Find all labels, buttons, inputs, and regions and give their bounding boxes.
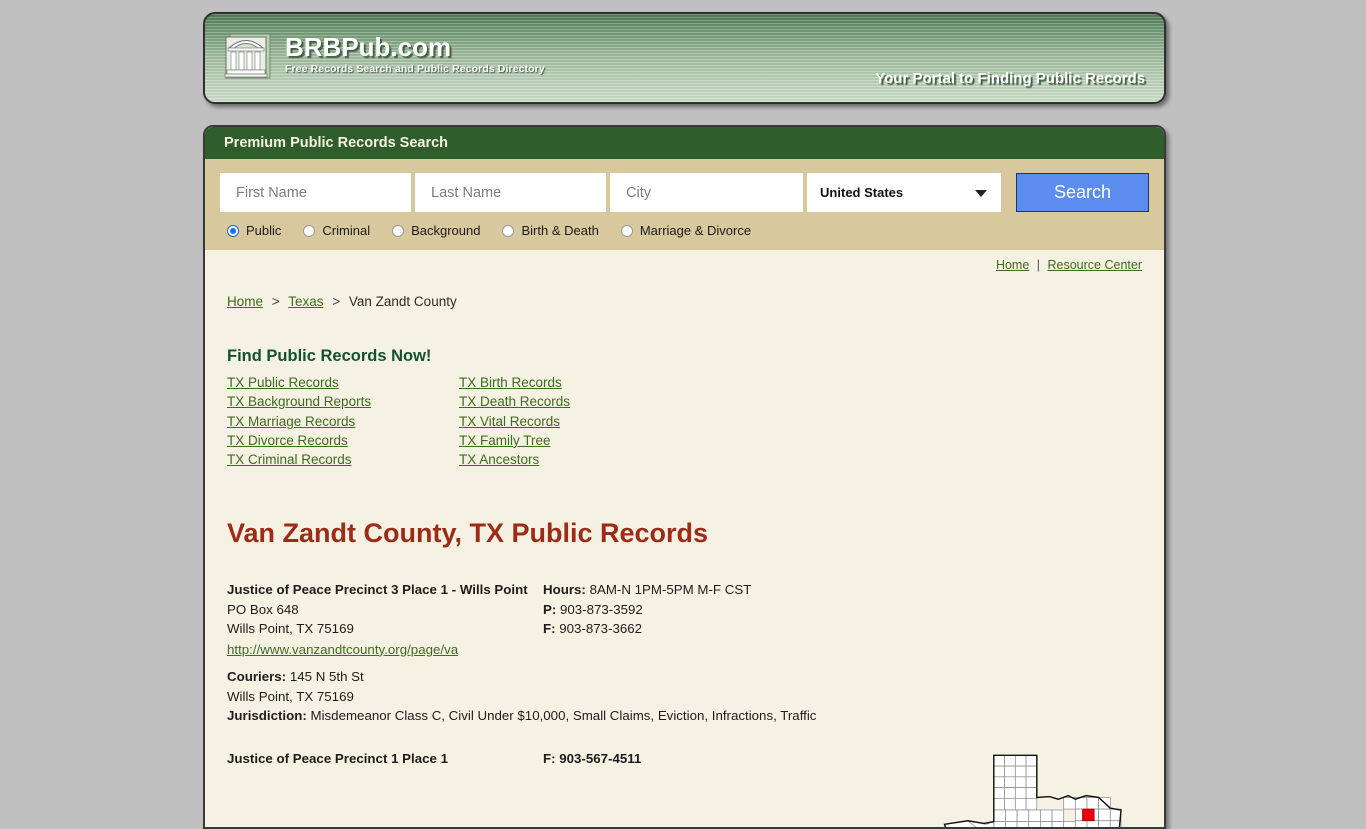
link-tx-death-records[interactable]: TX Death Records [459, 394, 1142, 409]
breadcrumb-arrow: > [332, 294, 341, 309]
radio-label: Background [411, 223, 481, 238]
chevron-down-icon [974, 190, 987, 197]
record-hours-value: 8AM-N 1PM-5PM M-F CST [589, 582, 752, 598]
radio-indicator [392, 224, 405, 237]
courthouse-icon [222, 30, 274, 82]
record-hours-label: Hours: [543, 582, 586, 598]
main-container: Premium Public Records Search First Name… [203, 125, 1166, 829]
nav-resource-center-link[interactable]: Resource Center [1048, 258, 1143, 272]
record-extra-details: Couriers: 145 N 5th St Wills Point, TX 7… [227, 667, 1142, 726]
brand-text: BRBPub.com Free Records Search and Publi… [285, 32, 545, 75]
search-type-radio-group: Public Criminal Background Birth & Death… [220, 223, 1149, 242]
link-tx-background-reports[interactable]: TX Background Reports [227, 394, 459, 409]
radio-label: Birth & Death [521, 223, 599, 238]
texas-county-map-icon [927, 740, 1152, 827]
radio-public[interactable]: Public [227, 223, 281, 238]
record-left-column: Justice of Peace Precinct 3 Place 1 - Wi… [227, 580, 543, 659]
breadcrumb-current: Van Zandt County [348, 294, 457, 309]
record-couriers-value: 145 N 5th St [289, 669, 364, 685]
site-title: BRBPub.com [285, 32, 452, 62]
record-fax-label: F: [543, 621, 556, 637]
record-address-line2: Wills Point, TX 75169 [227, 621, 354, 637]
masthead-slogan: Your Portal to Finding Public Records [875, 70, 1145, 87]
link-tx-marriage-records[interactable]: TX Marriage Records [227, 414, 459, 429]
brand-block[interactable]: BRBPub.com Free Records Search and Publi… [222, 30, 545, 82]
record-phone-row: P: 903-873-3592 [543, 600, 873, 620]
search-panel: First Name Last Name City United States … [205, 159, 1164, 250]
record-hours-row: Hours: 8AM-N 1PM-5PM M-F CST [543, 580, 873, 600]
record-fax-value: 903-873-3662 [559, 621, 643, 637]
search-fields-row: First Name Last Name City United States … [220, 173, 1149, 212]
find-records-heading: Find Public Records Now! [227, 347, 432, 365]
record-couriers-row: Couriers: 145 N 5th St [227, 667, 1142, 687]
breadcrumb-texas[interactable]: Texas [288, 294, 323, 309]
site-tagline: Free Records Search and Public Records D… [285, 63, 545, 75]
radio-marriage-divorce[interactable]: Marriage & Divorce [620, 223, 752, 238]
record-website-link[interactable]: http://www.vanzandtcounty.org/page/va [227, 642, 458, 657]
breadcrumb-arrow: > [271, 294, 280, 309]
find-records-link-list: TX Public Records TX Birth Records TX Ba… [227, 375, 1142, 467]
link-tx-public-records[interactable]: TX Public Records [227, 375, 459, 390]
record-office-name: Justice of Peace Precinct 3 Place 1 - Wi… [227, 582, 528, 598]
record-jurisdiction-value: Misdemeanor Class C, Civil Under $10,000… [310, 708, 817, 724]
radio-criminal[interactable]: Criminal [303, 223, 370, 238]
record-address-line1: PO Box 648 [227, 601, 299, 617]
link-tx-birth-records[interactable]: TX Birth Records [459, 375, 1142, 390]
first-name-placeholder: First Name [236, 184, 307, 201]
nav-separator: | [1036, 258, 1041, 272]
record-phone-label: P: [543, 601, 557, 617]
radio-label: Criminal [322, 223, 371, 238]
radio-background[interactable]: Background [392, 223, 480, 238]
radio-indicator [227, 224, 239, 237]
radio-label: Public [246, 223, 282, 238]
record-couriers-label: Couriers: [227, 669, 287, 685]
radio-indicator [502, 224, 515, 237]
link-tx-vital-records[interactable]: TX Vital Records [459, 414, 1142, 429]
page-content: Home | Resource Center Home > Texas > Va… [205, 250, 1164, 827]
record-entry: Justice of Peace Precinct 3 Place 1 - Wi… [227, 580, 1142, 659]
premium-search-header: Premium Public Records Search [205, 127, 1164, 159]
premium-search-title: Premium Public Records Search [224, 135, 449, 151]
record-right-column: Hours: 8AM-N 1PM-5PM M-F CST P: 903-873-… [543, 580, 873, 659]
record-next-name: Justice of Peace Precinct 1 Place 1 [227, 750, 449, 766]
radio-indicator [620, 224, 633, 237]
record-jurisdiction-row: Jurisdiction: Misdemeanor Class C, Civil… [227, 706, 1142, 726]
nav-home-link[interactable]: Home [996, 258, 1029, 272]
first-name-input[interactable]: First Name [220, 173, 412, 212]
record-couriers-city: Wills Point, TX 75169 [227, 688, 354, 704]
link-tx-criminal-records[interactable]: TX Criminal Records [227, 452, 459, 467]
country-select[interactable]: United States [807, 173, 1001, 212]
link-tx-ancestors[interactable]: TX Ancestors [459, 452, 1142, 467]
record-fax-row: F: 903-873-3662 [543, 619, 873, 639]
search-button[interactable]: Search [1015, 173, 1149, 212]
record-jurisdiction-label: Jurisdiction: [227, 708, 307, 724]
site-masthead: BRBPub.com Free Records Search and Publi… [203, 12, 1166, 104]
link-tx-divorce-records[interactable]: TX Divorce Records [227, 433, 459, 448]
record-phone-value: 903-873-3592 [560, 601, 643, 617]
city-input[interactable]: City [610, 173, 804, 212]
radio-indicator [303, 224, 316, 237]
radio-label: Marriage & Divorce [639, 223, 752, 238]
utility-nav: Home | Resource Center [227, 250, 1142, 272]
last-name-placeholder: Last Name [431, 184, 502, 201]
highlighted-county [1082, 808, 1095, 822]
last-name-input[interactable]: Last Name [415, 173, 607, 212]
radio-birth-death[interactable]: Birth & Death [502, 223, 599, 238]
record-next-fax: F: 903-567-4511 [543, 750, 642, 766]
page-title: Van Zandt County, TX Public Records [227, 518, 709, 549]
breadcrumb-home[interactable]: Home [227, 294, 263, 309]
country-selected-value: United States [820, 185, 904, 200]
city-placeholder: City [626, 184, 652, 201]
state-map-block: Additional Resources [927, 740, 1152, 827]
page-wrapper: BRBPub.com Free Records Search and Publi… [203, 0, 1166, 829]
breadcrumb: Home > Texas > Van Zandt County [227, 294, 1142, 309]
record-website-row: http://www.vanzandtcounty.org/page/va [227, 640, 543, 660]
link-tx-family-tree[interactable]: TX Family Tree [459, 433, 1142, 448]
